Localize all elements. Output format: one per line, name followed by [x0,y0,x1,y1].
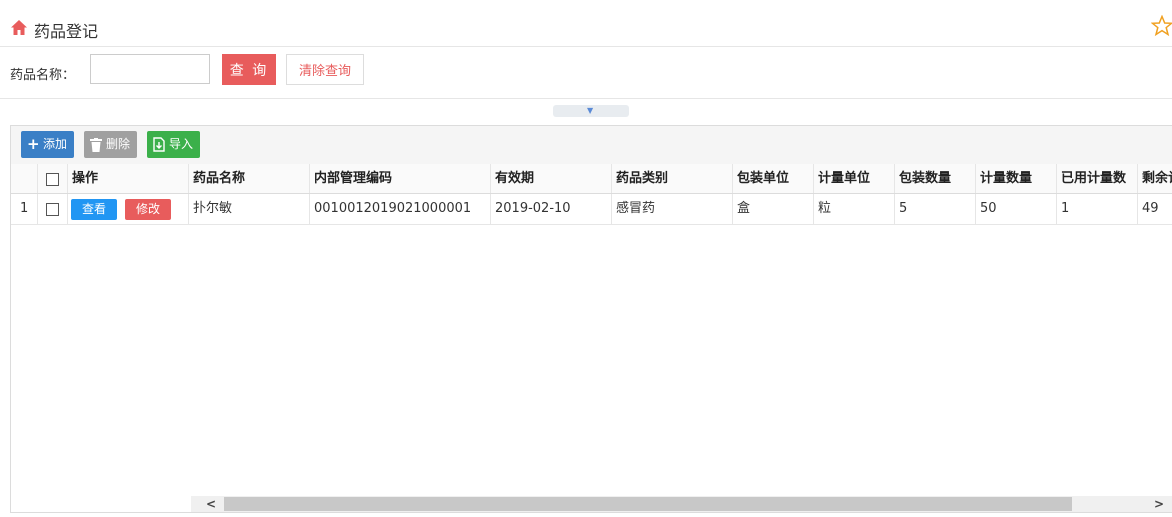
plus-icon: + [27,135,40,153]
scroll-right-icon[interactable]: > [1151,496,1167,512]
column-header-remaining-qty[interactable]: 剩余计量数 [1138,164,1172,193]
row-number-header [11,164,38,193]
collapse-toggle[interactable]: ▼ [553,105,629,117]
star-icon[interactable] [1151,15,1172,37]
cell-remaining-qty: 49 [1142,201,1159,216]
query-button[interactable]: 查 询 [222,54,276,85]
column-header-measure-qty[interactable]: 计量数量 [976,164,1057,193]
cell-measure-qty: 50 [976,194,1057,224]
cell-category: 感冒药 [612,194,733,224]
edit-button[interactable]: 修改 [125,199,171,220]
table-row[interactable]: 1 查看 修改 扑尔敏 0010012019021000001 2019-02-… [11,194,1172,225]
column-header-name[interactable]: 药品名称 [189,164,310,193]
column-header-pack-unit[interactable]: 包装单位 [733,164,814,193]
column-header-actions[interactable]: 操作 [68,164,189,193]
select-all-checkbox[interactable] [46,173,59,186]
trash-icon [90,138,102,152]
cell-pack-unit: 盒 [733,194,814,224]
cell-pack-qty: 5 [895,194,976,224]
page-header: 药品登记 [0,0,1172,47]
drug-name-input[interactable] [90,54,210,84]
import-button[interactable]: 导入 [147,131,200,158]
grid-toolbar: + 添加 删除 导入 [11,126,1172,165]
column-header-measure-unit[interactable]: 计量单位 [814,164,895,193]
column-header-code[interactable]: 内部管理编码 [310,164,491,193]
horizontal-scrollbar[interactable]: < > [191,496,1172,512]
cell-used-qty: 1 [1057,194,1138,224]
cell-expiry: 2019-02-10 [491,194,612,224]
row-select-cell [38,194,68,224]
clear-query-button[interactable]: 清除查询 [286,54,364,85]
add-button[interactable]: + 添加 [21,131,74,158]
home-icon[interactable] [10,19,28,37]
drug-name-label: 药品名称： [10,68,76,83]
row-number: 1 [11,194,38,224]
scrollbar-thumb[interactable] [224,497,1072,511]
table-header: 操作 药品名称 内部管理编码 有效期 药品类别 包装单位 计量单位 包装数量 计… [11,164,1172,194]
import-icon [153,137,165,152]
cell-name: 扑尔敏 [189,194,310,224]
delete-button[interactable]: 删除 [84,131,137,158]
row-actions: 查看 修改 [68,194,189,224]
column-header-pack-qty[interactable]: 包装数量 [895,164,976,193]
search-bar: 药品名称： 查 询 清除查询 [0,46,1172,99]
column-header-category[interactable]: 药品类别 [612,164,733,193]
column-header-expiry[interactable]: 有效期 [491,164,612,193]
data-grid: + 添加 删除 导入 操作 药品名称 内部管理编码 有效期 药品类别 包装单位 … [10,125,1172,513]
cell-measure-unit: 粒 [814,194,895,224]
select-all-cell [38,164,68,193]
column-header-used-qty[interactable]: 已用计量数 [1057,164,1138,193]
row-checkbox[interactable] [46,203,59,216]
cell-code: 0010012019021000001 [310,194,491,224]
view-button[interactable]: 查看 [71,199,117,220]
page-title: 药品登记 [34,22,99,41]
chevron-down-icon: ▼ [587,106,594,115]
scroll-left-icon[interactable]: < [203,496,219,512]
